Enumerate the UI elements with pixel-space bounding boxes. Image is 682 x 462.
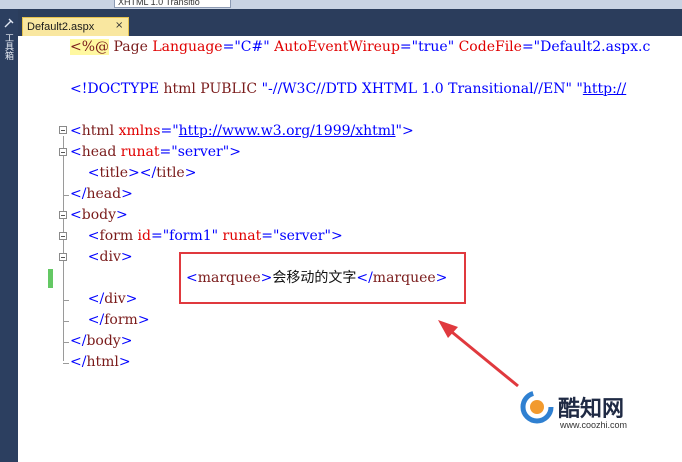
watermark-logo: [520, 390, 554, 424]
watermark-url: www.coozhi.com: [560, 420, 628, 430]
watermark-title: 酷知网: [558, 397, 625, 422]
